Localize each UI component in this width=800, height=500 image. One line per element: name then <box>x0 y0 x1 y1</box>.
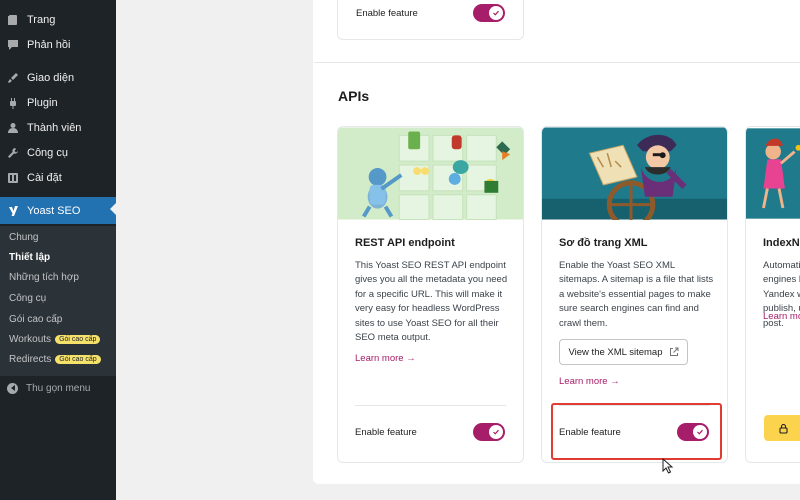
submenu-item-general[interactable]: Chung <box>9 232 38 243</box>
card-separator <box>559 405 710 406</box>
lock-icon <box>779 423 788 434</box>
section-title-apis: APIs <box>338 88 370 104</box>
plugins-icon <box>7 97 19 109</box>
pages-icon <box>7 14 19 26</box>
checkmark-icon <box>489 425 503 439</box>
appearance-icon <box>7 72 19 84</box>
feature-card-previous: Enable feature <box>337 0 524 40</box>
card-title: Sơ đồ trang XML <box>559 237 648 249</box>
view-xml-sitemap-button[interactable]: View the XML sitemap <box>559 339 688 365</box>
button-label: View the XML sitemap <box>568 346 663 358</box>
mouse-cursor-icon <box>662 458 674 474</box>
submenu-item-redirects[interactable]: Redirects Gói cao cấp <box>9 354 101 365</box>
sidebar-item-tools[interactable]: Công cụ <box>0 140 116 165</box>
enable-feature-toggle[interactable] <box>473 4 505 22</box>
enable-feature-toggle[interactable] <box>473 423 505 441</box>
sidebar-item-label: Công cụ <box>27 146 68 159</box>
submenu-item-premium[interactable]: Gói cao cấp <box>9 314 62 325</box>
enable-feature-label: Enable feature <box>559 427 621 438</box>
comments-icon <box>7 39 19 51</box>
feature-card-indexnow: IndexNow Automatically ping search engin… <box>745 126 800 463</box>
enable-feature-label: Enable feature <box>355 427 417 438</box>
external-link-icon <box>669 347 678 356</box>
sidebar-item-label: Plugin <box>27 96 58 109</box>
yoast-icon <box>7 205 19 217</box>
sidebar-item-settings[interactable]: Cài đặt <box>0 165 116 190</box>
collapse-menu-label: Thu gọn menu <box>26 382 91 394</box>
enable-feature-label: Enable feature <box>356 8 418 19</box>
collapse-arrow-icon <box>7 382 18 394</box>
sidebar-item-label: Phản hồi <box>27 38 71 51</box>
sidebar-item-label: Yoast SEO <box>27 204 81 217</box>
sidebar-item-comments[interactable]: Phản hồi <box>0 32 116 57</box>
card-description: This Yoast SEO REST API endpoint gives y… <box>355 260 508 344</box>
learn-more-link[interactable]: Learn more → <box>763 311 800 322</box>
users-icon <box>7 122 19 134</box>
sidebar-item-label: Cài đặt <box>27 171 62 184</box>
submenu-label: Thiết lập <box>9 252 51 263</box>
submenu-label: Workouts <box>9 334 52 345</box>
sidebar-item-appearance[interactable]: Giao diện <box>0 65 116 90</box>
feature-card-rest-api: REST API endpoint This Yoast SEO REST AP… <box>337 126 524 463</box>
sidebar-item-yoast-seo[interactable]: Yoast SEO <box>0 197 116 224</box>
indexnow-illustration <box>746 128 800 219</box>
sidebar-item-label: Trang <box>27 13 56 26</box>
rest-api-illustration <box>338 127 523 220</box>
section-divider <box>314 62 800 63</box>
enable-feature-toggle[interactable] <box>677 423 709 441</box>
sidebar-item-plugins[interactable]: Plugin <box>0 90 116 115</box>
sidebar-item-users[interactable]: Thành viên <box>0 115 116 140</box>
submenu-label: Chung <box>9 232 39 243</box>
card-separator <box>355 405 506 406</box>
submenu-label: Công cụ <box>9 293 47 304</box>
submenu-item-integrations[interactable]: Những tích hợp <box>9 272 79 283</box>
learn-more-link[interactable]: Learn more → <box>355 353 416 364</box>
submenu-item-tools[interactable]: Công cụ <box>9 293 46 304</box>
sidebar-item-label: Thành viên <box>27 121 82 134</box>
collapse-menu-button[interactable]: Thu gọn menu <box>0 378 116 398</box>
submenu-label: Redirects <box>9 354 52 365</box>
settings-icon <box>7 172 19 184</box>
unlock-premium-button[interactable] <box>764 415 800 441</box>
card-title: IndexNow <box>763 237 800 249</box>
xml-sitemap-illustration <box>542 127 727 220</box>
submenu-label: Gói cao cấp <box>9 314 63 325</box>
feature-card-xml-sitemap: Sơ đồ trang XML Enable the Yoast SEO XML… <box>541 126 728 463</box>
yoast-submenu: Chung Thiết lập Những tích hợp Công cụ G… <box>0 226 116 376</box>
learn-more-link[interactable]: Learn more → <box>559 376 620 387</box>
tools-icon <box>7 147 19 159</box>
submenu-item-settings[interactable]: Thiết lập <box>9 252 50 263</box>
premium-badge: Gói cao cấp <box>55 355 101 364</box>
premium-badge: Gói cao cấp <box>55 335 101 344</box>
checkmark-icon <box>693 425 707 439</box>
card-title: REST API endpoint <box>355 237 455 249</box>
submenu-label: Những tích hợp <box>9 272 79 283</box>
card-description: Enable the Yoast SEO XML sitemaps. A sit… <box>559 260 714 329</box>
checkmark-icon <box>489 6 503 20</box>
admin-sidebar: Trang Phản hồi Giao diện Plugin Thành vi… <box>0 0 116 500</box>
sidebar-item-label: Giao diện <box>27 71 75 84</box>
submenu-item-workouts[interactable]: Workouts Gói cao cấp <box>9 334 101 345</box>
sidebar-item-pages[interactable]: Trang <box>0 7 116 32</box>
